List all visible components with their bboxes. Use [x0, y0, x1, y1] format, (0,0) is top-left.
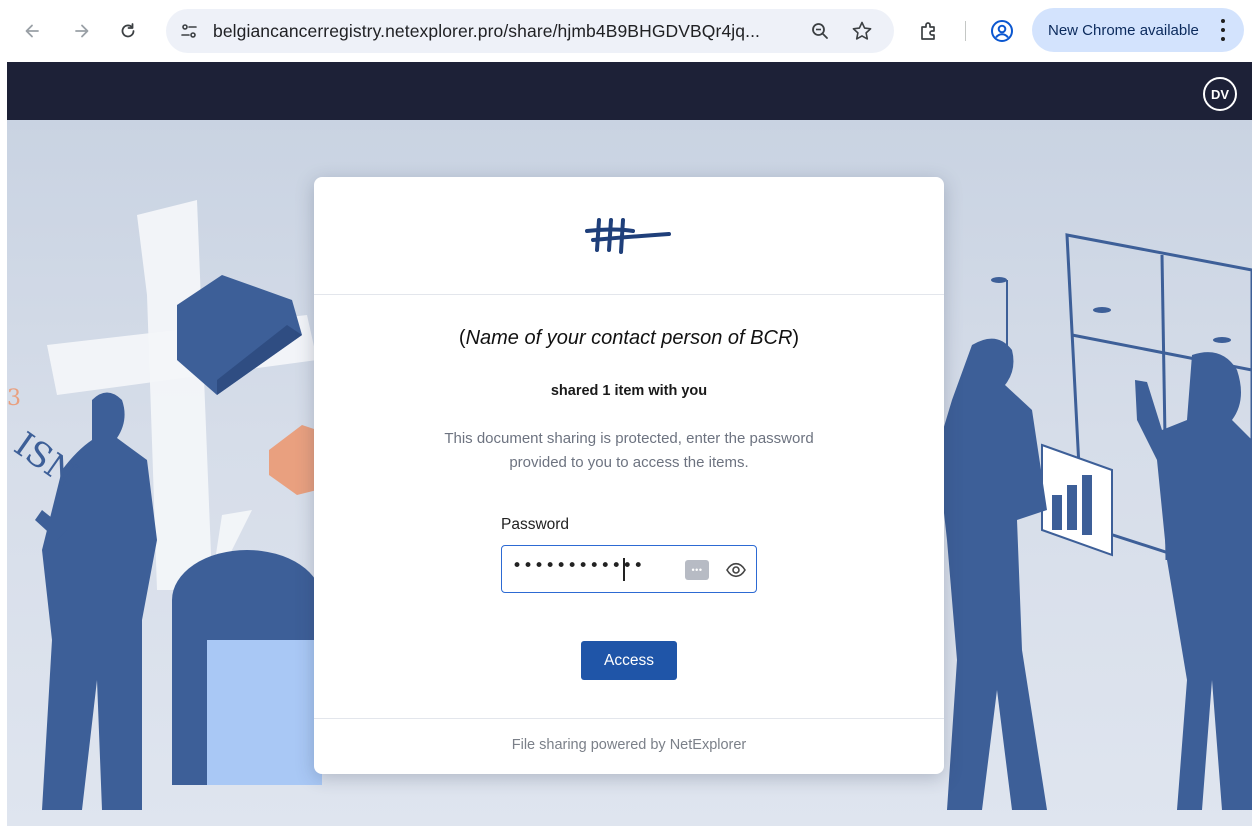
bookmark-star-icon[interactable] [850, 19, 874, 43]
chrome-update-button[interactable]: New Chrome available [1032, 8, 1244, 52]
reload-icon[interactable] [114, 17, 142, 45]
forward-icon[interactable] [68, 17, 96, 45]
update-label: New Chrome available [1048, 21, 1199, 39]
sender-name-text: Name of your contact person of BCR [465, 327, 793, 349]
sender-paren-open: ( [458, 327, 466, 349]
app-header: DV [7, 62, 1252, 120]
header-divider [314, 294, 944, 295]
password-input[interactable]: •••••••••••• [512, 556, 692, 582]
toolbar-divider [965, 21, 966, 41]
profile-icon[interactable] [988, 17, 1016, 45]
browser-toolbar: belgiancancerregistry.netexplorer.pro/sh… [0, 0, 1259, 62]
more-menu-icon[interactable] [1220, 19, 1226, 41]
share-access-dialog: (Name of your contact person of BCR) sha… [314, 177, 944, 774]
zoom-icon[interactable] [808, 19, 832, 43]
svg-text:3: 3 [7, 386, 21, 411]
avatar[interactable]: DV [1203, 77, 1237, 111]
sender-name: (Name of your contact person of BCR) [314, 327, 944, 350]
back-icon[interactable] [18, 17, 46, 45]
address-bar[interactable]: belgiancancerregistry.netexplorer.pro/sh… [166, 9, 894, 53]
password-manager-icon[interactable]: ••• [685, 560, 709, 580]
show-password-eye-icon[interactable] [724, 558, 748, 582]
protection-description: This document sharing is protected, ente… [444, 430, 814, 471]
shared-count-text: shared 1 item with you [550, 383, 708, 399]
sender-paren-close: ) [792, 327, 800, 349]
site-info-icon[interactable] [174, 16, 204, 46]
password-label: Password [501, 516, 570, 533]
powered-by-footer: File sharing powered by NetExplorer [511, 737, 747, 753]
password-field[interactable]: •••••••••••• ••• [501, 545, 757, 593]
access-button[interactable]: Access [581, 641, 677, 680]
netexplorer-logo [314, 177, 944, 294]
text-caret [623, 558, 625, 581]
footer-divider [314, 718, 944, 719]
logo-hash-icon [585, 217, 671, 254]
url-text[interactable]: belgiancancerregistry.netexplorer.pro/sh… [213, 21, 760, 42]
extensions-icon[interactable] [916, 18, 942, 44]
